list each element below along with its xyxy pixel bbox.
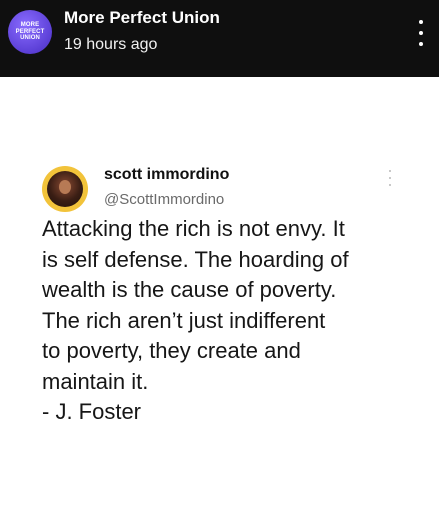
post-time: 19 hours ago (64, 36, 158, 53)
tweet-avatar (42, 166, 88, 212)
channel-name[interactable]: More Perfect Union (64, 8, 220, 28)
tweet-text: Attacking the rich is not envy. It is se… (42, 216, 349, 424)
post-header: MORE PERFECT UNION More Perfect Union 19… (0, 0, 439, 77)
tweet-handle: @ScottImmordino (104, 191, 225, 208)
more-vertical-icon[interactable] (414, 20, 428, 46)
avatar-text-line: UNION (20, 35, 40, 42)
tweet-display-name: scott immordino (104, 166, 230, 183)
tweet-more-icon (388, 170, 392, 186)
channel-avatar[interactable]: MORE PERFECT UNION (8, 10, 52, 54)
